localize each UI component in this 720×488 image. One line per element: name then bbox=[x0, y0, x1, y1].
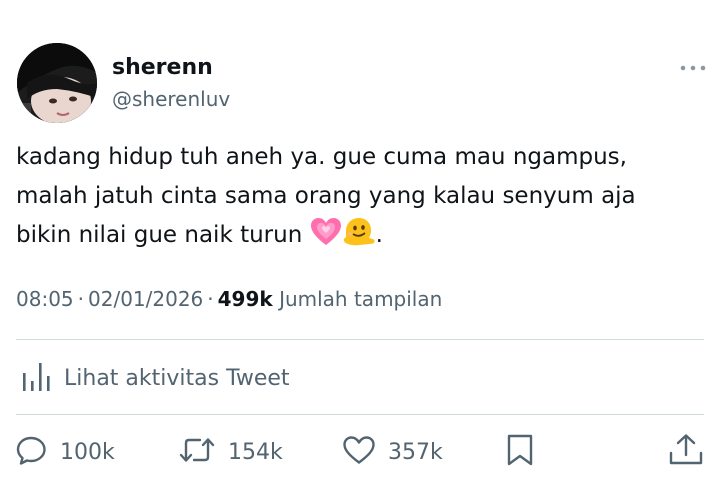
like-button[interactable]: 357k bbox=[342, 432, 443, 472]
retweet-count: 154k bbox=[228, 439, 283, 465]
divider bbox=[16, 339, 704, 340]
tweet-date[interactable]: 02/01/2026 bbox=[88, 287, 203, 311]
bookmark-icon bbox=[505, 433, 535, 471]
reply-count: 100k bbox=[60, 439, 115, 465]
avatar-photo bbox=[17, 43, 97, 123]
divider bbox=[16, 414, 704, 415]
view-tweet-activity-button[interactable]: Lihat aktivitas Tweet bbox=[20, 358, 290, 398]
share-button[interactable] bbox=[668, 432, 704, 472]
growing-heart-emoji bbox=[310, 217, 342, 260]
more-options-icon[interactable] bbox=[678, 58, 708, 78]
tweet-trailing: . bbox=[375, 222, 383, 248]
tweet-line-text: bikin nilai gue naik turun bbox=[16, 222, 310, 248]
display-name[interactable]: sherenn bbox=[112, 55, 213, 80]
views-count: 499k bbox=[217, 287, 273, 311]
view-tweet-activity-label: Lihat aktivitas Tweet bbox=[64, 365, 290, 391]
retweet-icon bbox=[178, 434, 216, 470]
user-handle[interactable]: @sherenluv bbox=[112, 87, 230, 111]
meta-separator: · bbox=[77, 287, 84, 311]
tweet-line: kadang hidup tuh aneh ya. gue cuma mau n… bbox=[16, 144, 627, 170]
tweet-line-last: bikin nilai gue naik turun . bbox=[16, 216, 706, 260]
analytics-icon bbox=[20, 359, 52, 397]
bookmark-button[interactable] bbox=[505, 432, 535, 472]
heart-icon bbox=[342, 434, 376, 470]
tweet-meta: 08:05 · 02/01/2026 · 499k Jumlah tampilan bbox=[16, 287, 442, 311]
reply-button[interactable]: 100k bbox=[16, 432, 115, 472]
views-label: Jumlah tampilan bbox=[279, 287, 443, 311]
melting-face-emoji bbox=[342, 217, 376, 260]
avatar[interactable] bbox=[17, 43, 97, 123]
tweet-line: malah jatuh cinta sama orang yang kalau … bbox=[16, 183, 636, 209]
tweet-time[interactable]: 08:05 bbox=[16, 287, 74, 311]
like-count: 357k bbox=[388, 439, 443, 465]
meta-separator: · bbox=[207, 287, 214, 311]
reply-icon bbox=[16, 434, 48, 470]
share-icon bbox=[668, 433, 704, 471]
tweet-text: kadang hidup tuh aneh ya. gue cuma mau n… bbox=[16, 138, 706, 260]
retweet-button[interactable]: 154k bbox=[178, 432, 283, 472]
